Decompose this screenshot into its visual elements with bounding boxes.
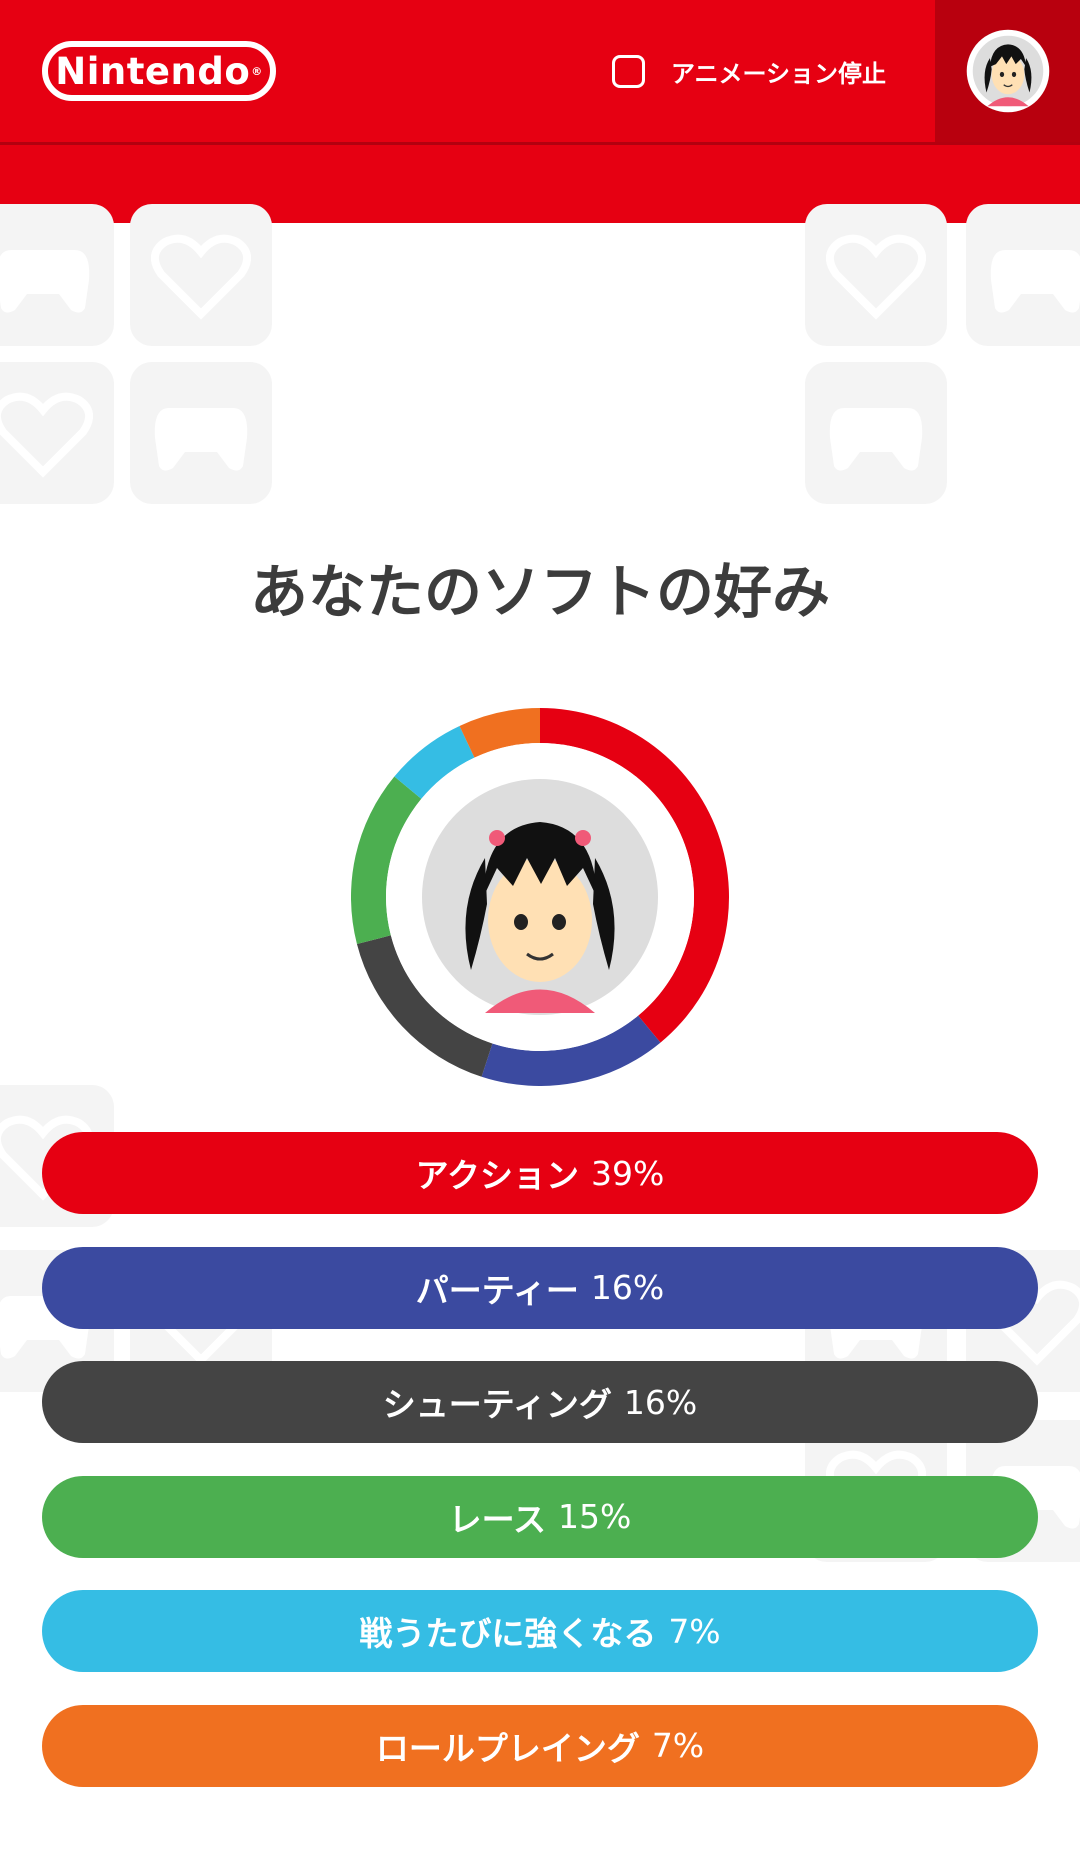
logo-text: Nintendo xyxy=(55,49,251,93)
genre-percent: 7% xyxy=(668,1611,721,1651)
genre-percent: 39% xyxy=(591,1153,665,1193)
genre-bar-race: レース 15% xyxy=(42,1475,1038,1558)
genre-percent: 16% xyxy=(590,1268,665,1307)
registered-mark: ® xyxy=(251,64,263,78)
animation-stop-toggle[interactable]: アニメーション停止 xyxy=(612,52,886,90)
donut-svg xyxy=(351,708,729,1086)
genre-bar-level-up: 戦うたびに強くなる 7% xyxy=(42,1590,1038,1672)
controller-icon xyxy=(0,204,114,346)
genre-list: アクション 39% パーティー 16% シューティング 16% レース 15% 戦うたび… xyxy=(42,1132,1038,1819)
genre-bar-action: アクション 39% xyxy=(42,1132,1038,1214)
controller-icon xyxy=(805,362,947,504)
heart-icon xyxy=(805,204,947,346)
genre-label: パーティー xyxy=(415,1270,579,1310)
genre-label: レース xyxy=(448,1499,546,1539)
page-title: あなたのソフトの好み xyxy=(249,558,830,626)
genre-bar-party: パーティー 16% xyxy=(42,1246,1038,1329)
nintendo-logo[interactable]: Nintendo ® xyxy=(42,41,276,101)
preference-donut-chart xyxy=(351,708,729,1086)
heart-icon xyxy=(0,362,114,504)
genre-percent: 16% xyxy=(623,1382,698,1422)
controller-icon xyxy=(130,362,272,504)
genre-bar-shooting: シューティング 16% xyxy=(42,1361,1038,1443)
genre-percent: 15% xyxy=(558,1497,632,1536)
account-avatar-button[interactable] xyxy=(935,0,1080,142)
animation-stop-checkbox[interactable] xyxy=(612,54,645,88)
genre-label: 戦うたびに強くなる xyxy=(359,1614,657,1653)
genre-label: アクション xyxy=(415,1156,579,1195)
mii-avatar-icon xyxy=(966,29,1049,113)
genre-percent: 7% xyxy=(651,1726,705,1765)
site-header: Nintendo ® アニメーション停止 xyxy=(0,0,1080,145)
genre-label: シューティング xyxy=(382,1385,612,1424)
genre-label: ロールプレイング xyxy=(375,1728,640,1768)
animation-stop-label: アニメーション停止 xyxy=(671,59,887,88)
controller-icon xyxy=(966,204,1080,346)
genre-bar-rpg: ロールプレイング 7% xyxy=(42,1704,1038,1787)
heart-icon xyxy=(130,204,272,346)
